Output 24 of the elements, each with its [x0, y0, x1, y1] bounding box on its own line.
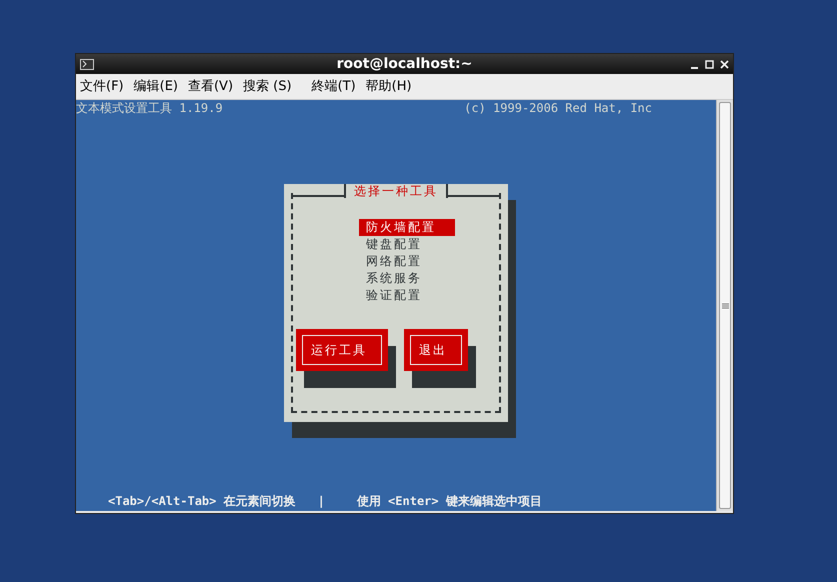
- footer-hint: <Tab>/<Alt-Tab> 在元素间切换: [108, 493, 296, 509]
- menu-item[interactable]: 查看(V): [188, 76, 234, 96]
- tool-list-item[interactable]: 键盘配置: [359, 236, 422, 253]
- maximize-icon[interactable]: [705, 60, 714, 69]
- menu-item[interactable]: 帮助(H): [366, 76, 412, 96]
- copyright-text: (c) 1999-2006 Red Hat, Inc: [464, 100, 652, 116]
- menu-item[interactable]: 编辑(E): [134, 76, 178, 96]
- tool-list-item[interactable]: 防火墙配置: [359, 219, 455, 236]
- footer-hint: 使用 <Enter> 键来编辑选中项目: [356, 493, 542, 509]
- dialog-button[interactable]: 退出: [404, 329, 468, 371]
- tool-list-item[interactable]: 系统服务: [359, 270, 422, 287]
- menu-item[interactable]: 終端(T): [312, 76, 356, 96]
- footer-separator: |: [318, 493, 325, 509]
- menu-item[interactable]: 搜索 (S): [243, 76, 292, 96]
- menu-item[interactable]: 文件(F): [80, 76, 124, 96]
- dialog-button[interactable]: 运行工具: [296, 329, 388, 371]
- terminal-icon: [80, 59, 94, 70]
- window-title: root@localhost:~: [336, 55, 472, 74]
- header-text: 文本模式设置工具 1.19.9: [76, 100, 223, 116]
- tool-list-item[interactable]: 验证配置: [359, 287, 422, 304]
- close-icon[interactable]: [720, 60, 729, 69]
- tool-list-item[interactable]: 网络配置: [359, 253, 422, 270]
- dialog-title: 选择一种工具: [344, 184, 448, 198]
- grip-icon: [722, 302, 728, 308]
